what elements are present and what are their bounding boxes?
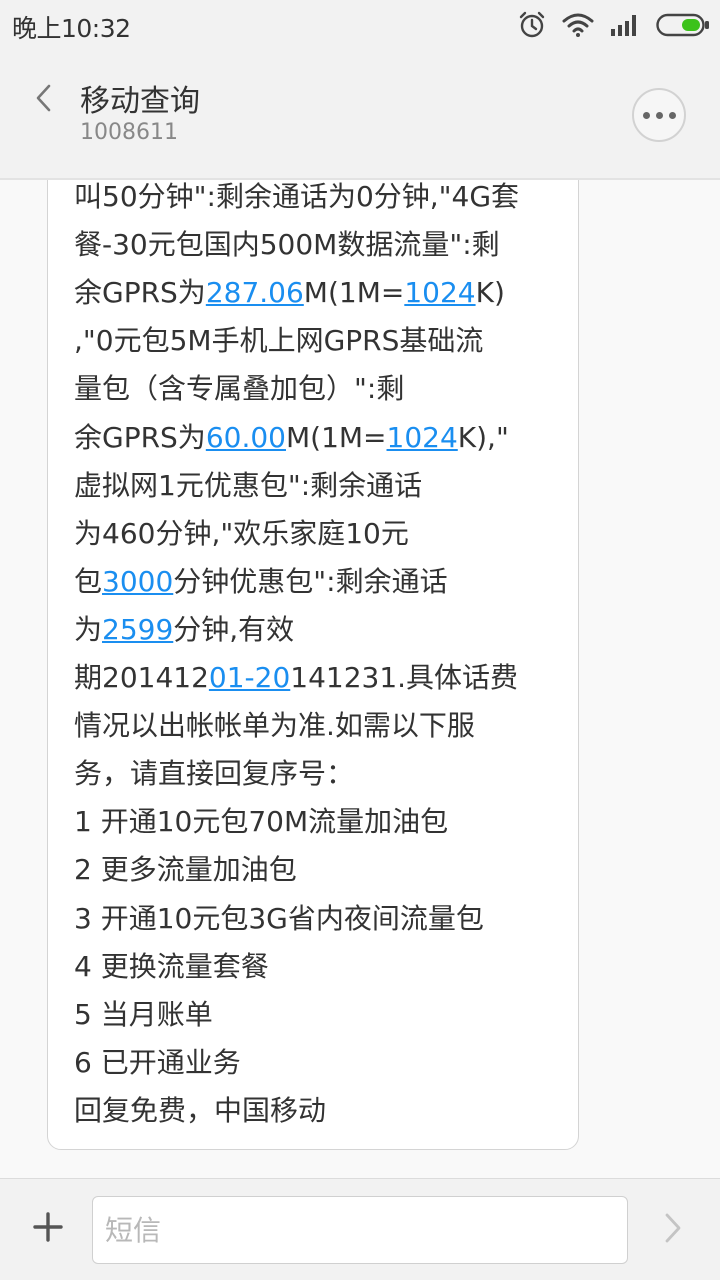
chevron-left-icon [33, 83, 55, 117]
message-text-segment: M(1M= [285, 420, 387, 454]
input-bar [0, 1178, 720, 1280]
message-text-segment: 141231.具体话费 [290, 661, 519, 694]
more-dot [668, 111, 676, 119]
more-dot [655, 111, 663, 119]
message-text-segment: 5 当月账单 [74, 997, 213, 1031]
message-link[interactable]: 2599 [102, 613, 173, 646]
add-attachment-button[interactable] [24, 1205, 72, 1253]
message-link[interactable]: 3000 [102, 565, 173, 598]
message-text-segment: 余GPRS为 [74, 420, 206, 454]
message-line: 包3000分钟优惠包":剩余通话 [74, 562, 448, 602]
message-line: 6 已开通业务 [74, 1043, 241, 1083]
conversation-header: 移动查询 1008611 [0, 50, 720, 178]
message-text-segment: ,"0元包5M手机上网GPRS基础流 [74, 324, 484, 358]
status-time: 晚上10:32 [12, 14, 131, 43]
message-line: 虚拟网1元优惠包":剩余通话 [74, 466, 422, 506]
message-text-segment: 分钟,有效 [173, 612, 295, 646]
battery-icon [656, 12, 710, 38]
message-text-segment: 余GPRS为 [74, 276, 206, 310]
message-text-segment: 务，请直接回复序号： [74, 757, 355, 791]
message-text-segment: K)," [457, 420, 509, 454]
wifi-icon [562, 12, 594, 38]
message-text-segment: K) [475, 276, 505, 310]
message-line: 余GPRS为60.00M(1M=1024K)," [74, 418, 509, 458]
message-text-segment: 3 开通10元包3G省内夜间流量包 [74, 901, 484, 935]
message-line: 1 开通10元包70M流量加油包 [74, 802, 448, 842]
message-line: ,"0元包5M手机上网GPRS基础流 [74, 321, 483, 361]
message-text-segment: 为 [74, 612, 103, 646]
message-line: 情况以出帐帐单为准.如需以下服 [74, 706, 475, 746]
message-text-segment: 1 开通10元包70M流量加油包 [74, 805, 449, 839]
send-button[interactable] [656, 1207, 690, 1253]
message-link[interactable]: 287.06 [206, 276, 304, 309]
message-link[interactable]: 60.00 [206, 421, 286, 454]
status-icons [518, 10, 710, 40]
conversation-list[interactable]: 叫50分钟":剩余通话为0分钟,"4G套 餐-30元包国内500M数据流量":剩余… [0, 180, 720, 1178]
message-text-segment: 为460分钟,"欢乐家庭10元 [74, 516, 409, 550]
more-dot [642, 111, 650, 119]
signal-icon [610, 13, 640, 37]
message-line: 为2599分钟,有效 [74, 610, 294, 650]
message-link[interactable]: 01-20 [209, 661, 290, 694]
message-line: 务，请直接回复序号： [74, 754, 354, 794]
message-line: 期20141201-20141231.具体话费 [74, 658, 518, 698]
message-line: 3 开通10元包3G省内夜间流量包 [74, 899, 484, 939]
message-text-segment: 回复免费，中国移动 [74, 1093, 327, 1127]
message-text-segment: 虚拟网1元优惠包":剩余通话 [74, 468, 423, 502]
message-line: 量包（含专属叠加包）":剩 [74, 369, 404, 409]
message-line: 5 当月账单 [74, 995, 213, 1035]
back-button[interactable] [20, 76, 68, 124]
status-bar: 晚上10:32 [0, 0, 720, 50]
contact-name: 移动查询 [80, 84, 200, 119]
message-text-segment: 2 更多流量加油包 [74, 853, 297, 887]
contact-number: 1008611 [80, 120, 178, 145]
message-text-segment: 情况以出帐帐单为准.如需以下服 [74, 709, 475, 743]
message-text-segment: 期201412 [74, 661, 209, 694]
sms-input[interactable] [92, 1196, 628, 1264]
message-line: 余GPRS为287.06M(1M=1024K) [74, 273, 505, 313]
message-line: 4 更换流量套餐 [74, 947, 269, 987]
message-line: 为460分钟,"欢乐家庭10元 [74, 514, 409, 554]
send-chevron-icon [663, 1211, 683, 1249]
message-text-segment: 包 [74, 564, 103, 598]
message-text-segment: 6 已开通业务 [74, 1045, 241, 1079]
message-text-segment: 餐-30元包国内500M数据流量":剩 [74, 228, 500, 262]
message-text-segment: 量包（含专属叠加包）":剩 [74, 372, 405, 406]
message-link[interactable]: 1024 [404, 276, 475, 309]
plus-icon [32, 1211, 64, 1247]
message-link[interactable]: 1024 [387, 421, 458, 454]
message-line: 叫50分钟":剩余通话为0分钟,"4G套 [74, 180, 519, 217]
message-line: 2 更多流量加油包 [74, 850, 297, 890]
alarm-icon [518, 11, 546, 39]
message-text-segment: M(1M= [303, 276, 405, 310]
message-text-segment: 分钟优惠包":剩余通话 [173, 564, 448, 598]
message-text-segment: 4 更换流量套餐 [74, 949, 269, 983]
message-line: 回复免费，中国移动 [74, 1091, 326, 1131]
message-line: 餐-30元包国内500M数据流量":剩 [74, 225, 500, 265]
message-text-segment: 叫50分钟":剩余通话为0分钟,"4G套 [74, 180, 520, 213]
more-button[interactable] [632, 88, 686, 142]
